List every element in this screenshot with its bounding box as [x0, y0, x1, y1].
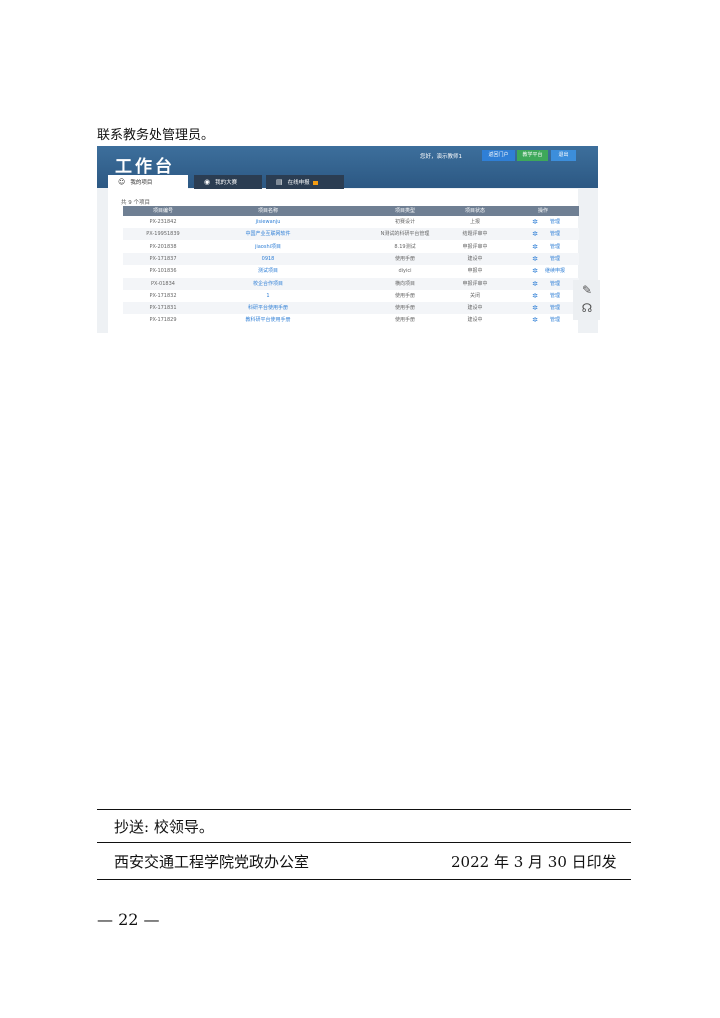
project-status: 建设中 [467, 305, 483, 312]
table-row: PX-171837 0918 使用手册 建设中 ✲ 管理 [123, 252, 579, 265]
issuer: 西安交通工程学院党政办公室 [114, 853, 310, 871]
table-row: PX-171831 科研平台使用手册 使用手册 建设中 ✲ 管理 [123, 302, 579, 315]
project-id: PX-231842 [149, 219, 177, 225]
tab-label: 我的大赛 [215, 180, 238, 186]
table-header: 项目编号 项目名称 项目类型 项目状态 操作 [123, 206, 579, 216]
project-type: N测试的科研平台管理 [380, 231, 430, 238]
gear-icon[interactable]: ✲ [532, 216, 538, 228]
gear-icon[interactable]: ✲ [532, 241, 538, 253]
project-type: 使用手册 [394, 305, 416, 312]
table-row: PX-171832 1 使用手册 关闭 ✲ 管理 [123, 290, 579, 302]
teaching-platform-button[interactable]: 教学平台 [517, 150, 548, 161]
col-header: 项目状态 [464, 208, 486, 214]
page-number: — 22 — [97, 910, 160, 929]
table-row: PX-19951839 中国产业互联网软件 N测试的科研平台管理 结题评审中 ✲ 管理 [123, 228, 579, 241]
cc-line: 抄送: 校领导。 [114, 818, 214, 836]
project-name-link[interactable]: jisiewanju [256, 216, 281, 228]
project-name-link[interactable]: 测试项目 [258, 265, 278, 277]
manage-link[interactable]: 管理 [550, 216, 560, 228]
project-id: PX-201838 [149, 243, 177, 250]
document-icon: ▤ [276, 178, 283, 186]
headset-icon[interactable]: ☊ [577, 300, 597, 316]
tab-my-projects[interactable]: ☺ 我的项目 [108, 175, 188, 189]
project-name-link[interactable]: 中国产业互联网软件 [245, 228, 290, 240]
project-id: PX-171829 [149, 317, 177, 324]
table-row: PX-201838 jiaoshi项目 8.19测试 申报评审中 ✲ 管理 [123, 241, 579, 253]
user-icon: ☺ [118, 178, 126, 186]
project-status: 关闭 [469, 292, 481, 299]
project-name-link[interactable]: 校企合作项目 [253, 278, 283, 290]
project-type: 初赛设计 [394, 219, 416, 225]
manage-link[interactable]: 管理 [550, 302, 560, 314]
gear-icon[interactable]: ✲ [532, 265, 538, 277]
embedded-screenshot: 工作台 您好，演示教师1 返回门户 教学平台 退出 ☺ 我的项目 ◉ 我的大赛 ▤ 在… [97, 146, 598, 333]
project-status: 建设中 [467, 317, 483, 324]
tab-my-contests[interactable]: ◉ 我的大赛 [194, 175, 262, 189]
table-row: PX-171829 教科研平台使用手册 使用手册 建设中 ✲ 管理 [123, 314, 579, 326]
project-id: PX-171837 [149, 255, 177, 262]
project-name-link[interactable]: 1 [266, 290, 269, 302]
manage-link[interactable]: 管理 [550, 278, 560, 290]
project-name-link[interactable]: 0918 [262, 253, 275, 265]
gear-icon[interactable]: ✲ [532, 314, 538, 326]
manage-link[interactable]: 管理 [550, 253, 560, 265]
manage-link[interactable]: 管理 [550, 314, 560, 326]
project-status: 申报中 [467, 268, 483, 275]
project-status: 申报评审中 [462, 243, 488, 250]
project-status: 建设中 [467, 255, 483, 262]
manage-link[interactable]: 管理 [550, 228, 560, 240]
project-name-link[interactable]: 教科研平台使用手册 [245, 314, 290, 326]
gear-icon[interactable]: ✲ [532, 290, 538, 302]
col-header: 项目类型 [394, 208, 416, 214]
intro-text: 联系教务处管理员。 [97, 128, 215, 143]
project-type: diyici [398, 268, 412, 275]
gear-icon[interactable]: ✲ [532, 253, 538, 265]
project-type: 使用手册 [394, 292, 416, 299]
tab-bar: ☺ 我的项目 ◉ 我的大赛 ▤ 在线申报 [97, 175, 598, 189]
project-id: PX-19951839 [146, 231, 180, 238]
project-type: 使用手册 [394, 317, 416, 324]
project-type: 横向项目 [394, 280, 416, 287]
project-status: 结题评审中 [462, 231, 488, 238]
trophy-icon: ◉ [204, 178, 211, 186]
divider [97, 879, 631, 880]
project-panel: 共 9 个项目 项目编号 项目名称 项目类型 项目状态 操作 PX-231842… [108, 189, 579, 333]
table-row: PX-101836 测试项目 diyici 申报中 ✲ 继续申报 [123, 265, 579, 277]
project-name-link[interactable]: 科研平台使用手册 [248, 302, 288, 314]
gear-icon[interactable]: ✲ [532, 228, 538, 240]
issue-date: 2022 年 3 月 30 日印发 [451, 853, 617, 871]
col-header: 项目名称 [257, 208, 279, 214]
project-type: 8.19测试 [394, 243, 416, 250]
greeting-text: 您好，演示教师1 [420, 154, 462, 160]
project-status: 上报 [469, 219, 481, 225]
manage-link[interactable]: 管理 [550, 290, 560, 302]
project-name-link[interactable]: jiaoshi项目 [255, 241, 281, 253]
workbench-title: 工作台 [115, 157, 175, 177]
tab-label: 我的项目 [130, 180, 153, 186]
divider [97, 842, 631, 843]
gear-icon[interactable]: ✲ [532, 302, 538, 314]
divider [97, 809, 631, 810]
project-id: PX-171831 [149, 305, 177, 312]
side-toolbar: ✎ ☊ [573, 280, 600, 320]
project-count: 共 9 个项目 [121, 200, 150, 206]
manage-link[interactable]: 管理 [550, 241, 560, 253]
project-id: PX-01834 [151, 280, 175, 287]
project-type: 使用手册 [394, 255, 416, 262]
table-row: PX-231842 jisiewanju 初赛设计 上报 ✲ 管理 [123, 216, 579, 228]
table-row: PX-01834 校企合作项目 横向项目 申报评审中 ✲ 管理 [123, 277, 579, 290]
project-status: 申报评审中 [462, 280, 488, 287]
new-badge [312, 180, 318, 185]
col-header: 项目编号 [152, 208, 174, 214]
col-header: 操作 [537, 208, 549, 214]
return-portal-button[interactable]: 返回门户 [482, 150, 515, 161]
gear-icon[interactable]: ✲ [532, 278, 538, 290]
manage-link[interactable]: 继续申报 [545, 265, 565, 277]
project-id: PX-101836 [149, 268, 177, 275]
tab-label: 在线申报 [287, 180, 310, 186]
edit-note-icon[interactable]: ✎ [577, 282, 597, 298]
logout-button[interactable]: 退出 [551, 150, 576, 161]
project-id: PX-171832 [149, 292, 177, 299]
tab-online-apply[interactable]: ▤ 在线申报 [266, 175, 344, 189]
